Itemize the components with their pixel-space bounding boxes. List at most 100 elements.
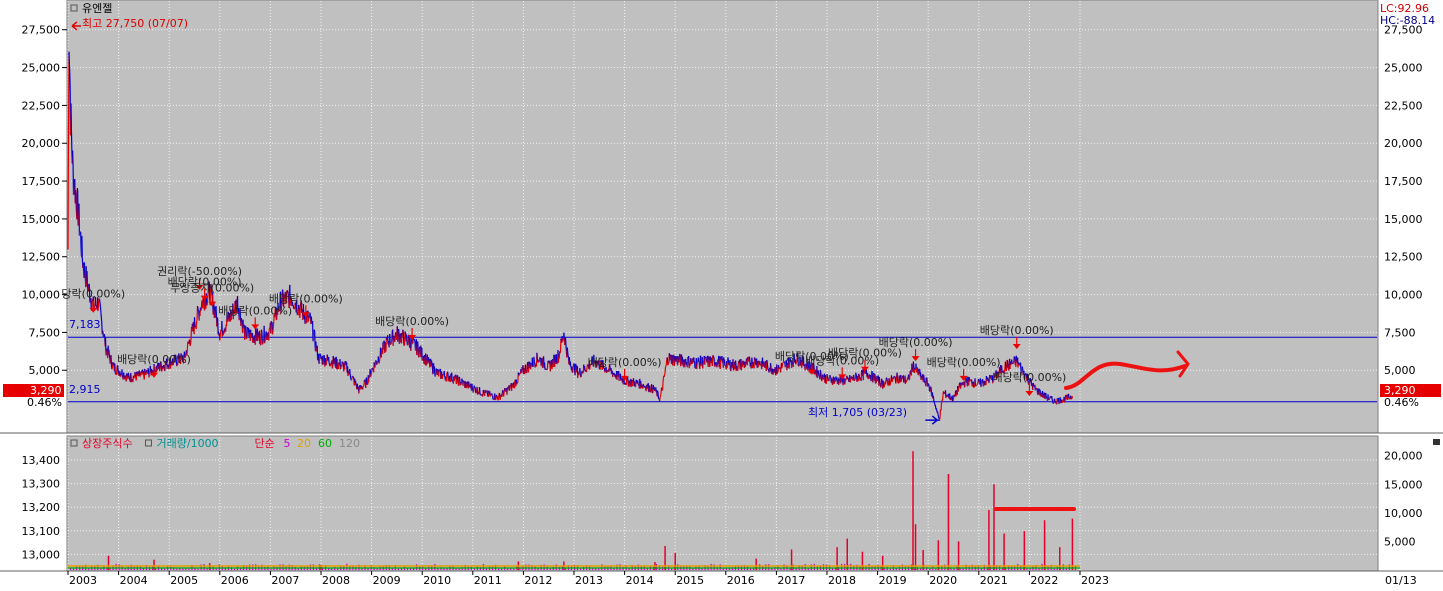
price-segment <box>365 377 368 385</box>
x-tick-label: 2014 <box>626 574 654 587</box>
price-segment <box>245 326 247 340</box>
price-segment <box>124 375 127 377</box>
chart-canvas: 27,500 27,50025,000 25,00022,500 22,50020,0… <box>0 0 1443 591</box>
x-tick-label: 2011 <box>474 574 502 587</box>
price-segment <box>220 329 222 332</box>
price-segment <box>764 360 767 364</box>
price-segment <box>393 335 395 341</box>
price-segment <box>293 306 296 310</box>
price-segment <box>982 382 985 387</box>
price-segment <box>461 378 463 381</box>
x-tick-label: 2005 <box>170 574 198 587</box>
price-segment <box>435 368 438 371</box>
price-segment <box>786 364 788 371</box>
price-segment <box>583 366 586 370</box>
price-segment <box>817 370 820 375</box>
price-segment <box>560 338 562 341</box>
x-tick-label: 2016 <box>727 574 755 587</box>
price-segment <box>653 389 656 392</box>
lower-line-label: 2,915 <box>69 383 101 396</box>
price-segment <box>496 395 498 398</box>
price-segment <box>352 376 355 378</box>
price-segment <box>97 307 99 312</box>
y-tick-label-right: 20,000 <box>1384 137 1423 150</box>
event-label: 배당락(0.00%) <box>879 336 953 349</box>
price-segment <box>912 361 915 367</box>
low-label: 최저 1,705 (03/23) <box>808 406 907 419</box>
price-segment <box>723 359 726 367</box>
price-segment <box>1039 389 1041 393</box>
price-segment <box>373 362 376 366</box>
price-segment <box>739 365 742 370</box>
price-segment <box>659 393 662 397</box>
price-segment <box>667 362 670 366</box>
event-label: 무상증자(0.00%) <box>170 282 254 295</box>
x-tick-label: 2015 <box>676 574 704 587</box>
price-segment <box>562 337 565 340</box>
event-label: 배당락(0.00%) <box>375 315 449 328</box>
event-label: 배당락(0.00%) <box>992 371 1066 384</box>
price-segment <box>260 329 263 334</box>
price-segment <box>957 388 960 392</box>
chart-title: 유엔젤 <box>82 2 112 15</box>
price-segment <box>1051 396 1053 400</box>
volume-y-tick-right: 5,000 <box>1384 535 1416 548</box>
x-tick-label: 2017 <box>777 574 805 587</box>
x-tick-label: 2006 <box>221 574 249 587</box>
y-tick-label-left: 5,000 <box>29 364 61 377</box>
volume-panel[interactable] <box>66 435 1379 572</box>
price-segment <box>895 381 897 384</box>
price-segment <box>67 134 70 250</box>
x-tick-label: 2021 <box>980 574 1008 587</box>
price-segment <box>397 332 399 342</box>
price-segment <box>186 341 189 351</box>
price-segment <box>1052 400 1055 404</box>
legend-item: 상장주식수 <box>82 437 133 450</box>
price-segment <box>716 364 718 368</box>
price-segment <box>120 374 123 376</box>
price-segment <box>511 384 514 388</box>
price-segment <box>572 367 574 373</box>
y-tick-label-right: 25,000 <box>1384 62 1423 75</box>
price-segment <box>916 367 919 370</box>
price-segment <box>761 361 763 370</box>
y-tick-label-left: 25,000 <box>22 62 61 75</box>
price-segment <box>976 381 979 385</box>
legend-item: 60 <box>318 437 332 450</box>
price-segment <box>482 389 485 394</box>
price-segment <box>404 332 407 334</box>
volume-y-tick-left: 13,200 <box>22 501 61 514</box>
price-segment <box>665 359 668 366</box>
event-label: 배당락(0.00%) <box>218 304 292 317</box>
price-segment <box>933 401 936 404</box>
x-tick-label: 2012 <box>524 574 552 587</box>
price-segment <box>72 150 74 167</box>
legend-item: 20 <box>297 437 311 450</box>
x-tick-label: 2004 <box>120 574 148 587</box>
price-segment <box>136 371 138 375</box>
price-segment <box>504 387 506 391</box>
y-tick-label-right: 17,500 <box>1384 175 1423 188</box>
price-segment <box>99 303 102 308</box>
price-segment <box>395 332 397 335</box>
y-tick-label-right: 12,500 <box>1384 251 1423 264</box>
event-label: 배당락(0.00%) <box>927 356 1001 369</box>
x-tick-label: 2008 <box>322 574 350 587</box>
volume-y-tick-right: 20,000 <box>1384 450 1423 463</box>
price-segment <box>545 368 547 370</box>
panel-close-icon[interactable] <box>1433 439 1440 445</box>
y-tick-label-right: 10,000 <box>1384 289 1423 302</box>
y-tick-label-left: 17,500 <box>22 175 61 188</box>
price-segment <box>883 383 886 387</box>
price-segment <box>358 386 360 394</box>
price-segment <box>268 327 271 331</box>
price-segment <box>214 306 216 315</box>
current-pct-right: 0.46% <box>1384 396 1419 409</box>
price-segment <box>1068 397 1070 399</box>
price-segment <box>200 302 203 311</box>
y-tick-label-right: 7,500 <box>1384 326 1416 339</box>
price-segment <box>140 371 142 374</box>
price-segment <box>319 353 321 355</box>
price-segment <box>967 376 969 384</box>
price-segment <box>776 371 779 375</box>
